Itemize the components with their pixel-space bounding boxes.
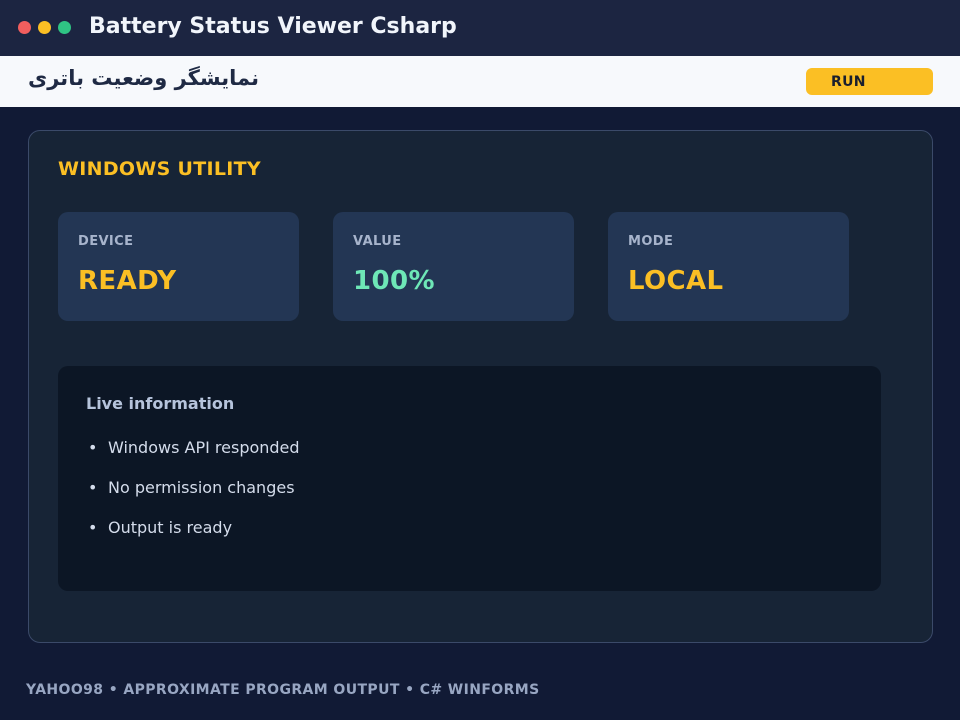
card-label: VALUE	[353, 234, 402, 249]
list-item: • Output is ready	[88, 518, 300, 558]
info-list: • Windows API responded • No permission …	[88, 438, 300, 558]
list-item: • No permission changes	[88, 478, 300, 518]
list-item: • Windows API responded	[88, 438, 300, 478]
list-item-text: No permission changes	[108, 478, 295, 497]
maximize-window-icon[interactable]	[58, 21, 71, 34]
panel-title: WINDOWS UTILITY	[58, 158, 261, 180]
close-window-icon[interactable]	[18, 21, 31, 34]
bullet-icon: •	[88, 478, 98, 497]
live-information-box: Live information • Windows API responded…	[58, 366, 881, 591]
footer: YAHOO98 • APPROXIMATE PROGRAM OUTPUT • C…	[26, 682, 540, 698]
card-label: DEVICE	[78, 234, 134, 249]
info-title: Live information	[86, 394, 235, 413]
mode-card: MODE LOCAL	[608, 212, 849, 321]
list-item-text: Output is ready	[108, 518, 233, 537]
value-card: VALUE 100%	[333, 212, 574, 321]
device-card: DEVICE READY	[58, 212, 299, 321]
bullet-icon: •	[88, 518, 98, 537]
card-label: MODE	[628, 234, 674, 249]
bullet-icon: •	[88, 438, 98, 457]
utility-panel: WINDOWS UTILITY DEVICE READY VALUE 100% …	[28, 130, 933, 643]
app-title: Battery Status Viewer Csharp	[89, 14, 457, 39]
run-button[interactable]: RUN	[806, 68, 933, 95]
card-value: READY	[78, 266, 177, 296]
card-value: 100%	[353, 266, 435, 296]
subheader: نمایشگر وضعیت باتری RUN	[0, 56, 960, 107]
minimize-window-icon[interactable]	[38, 21, 51, 34]
page-title: نمایشگر وضعیت باتری	[28, 66, 259, 90]
title-bar: Battery Status Viewer Csharp	[0, 0, 960, 56]
list-item-text: Windows API responded	[108, 438, 300, 457]
card-value: LOCAL	[628, 266, 724, 296]
